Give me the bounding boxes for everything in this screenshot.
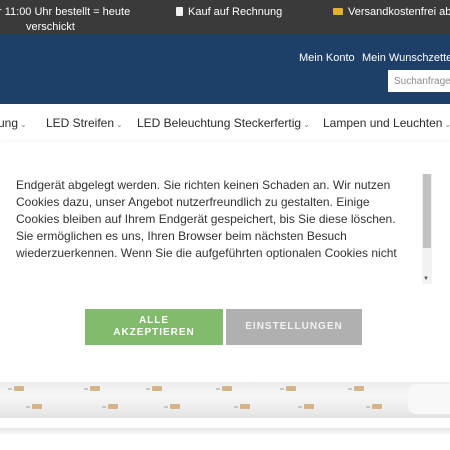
settings-button[interactable]: EINSTELLUNGEN — [226, 309, 362, 345]
chevron-down-icon: ⌄ — [20, 120, 27, 129]
led-chip — [90, 386, 100, 391]
strip-marking — [84, 388, 88, 390]
truck-icon — [333, 8, 343, 15]
strip-marking — [102, 406, 106, 408]
nav-item-led-streifen[interactable]: LED Streifen ⌄ — [46, 116, 123, 130]
led-chip — [286, 386, 296, 391]
cookie-consent-panel: handelt es sich um kleine Textdateien, d… — [0, 142, 450, 370]
cookie-text-scroll-area[interactable]: handelt es sich um kleine Textdateien, d… — [16, 174, 416, 284]
site-header: Mein Konto Mein Wunschzettel — [0, 34, 450, 104]
led-chip — [170, 404, 180, 409]
led-chip — [32, 404, 42, 409]
nav-item-label: LED Streifen — [46, 116, 115, 130]
strip-marking — [164, 406, 168, 408]
shipping-info-line1: r 11:00 Uhr bestellt = heute — [0, 6, 131, 18]
nav-item-label: LED Beleuchtung Steckerfertig — [137, 116, 302, 130]
wishlist-link[interactable]: Mein Wunschzettel — [362, 52, 450, 64]
strip-end-cap — [408, 384, 450, 414]
strip-marking — [298, 406, 302, 408]
nav-item-led-beleuchtung[interactable]: LED Beleuchtung Steckerfertig ⌄ — [137, 116, 310, 130]
nav-item-partial[interactable]: ung ⌄ — [0, 116, 27, 130]
led-chip — [152, 386, 162, 391]
scrollbar-thumb[interactable] — [423, 174, 431, 248]
accept-all-button[interactable]: ALLE AKZEPTIEREN — [85, 309, 223, 345]
strip-marking — [146, 388, 150, 390]
led-chip — [222, 386, 232, 391]
chevron-down-icon: ⌄ — [444, 120, 450, 129]
search-input[interactable] — [388, 70, 450, 92]
cookie-scrollbar[interactable]: ▼ — [422, 174, 432, 284]
my-account-link[interactable]: Mein Konto — [299, 52, 355, 64]
accept-all-label-line1: ALLE — [138, 315, 170, 326]
strip-marking — [26, 406, 30, 408]
led-strip-image — [0, 370, 450, 450]
led-strip-rail — [0, 382, 450, 418]
led-chip — [354, 386, 364, 391]
nav-item-lampen-leuchten[interactable]: Lampen und Leuchten ⌄ — [323, 116, 450, 130]
led-chip — [240, 404, 250, 409]
nav-item-label: Lampen und Leuchten — [323, 116, 443, 130]
document-icon — [176, 7, 183, 16]
strip-marking — [8, 388, 12, 390]
chevron-down-icon: ⌄ — [303, 120, 310, 129]
strip-marking — [216, 388, 220, 390]
led-chip — [108, 404, 118, 409]
top-info-bar: r 11:00 Uhr bestellt = heute verschickt … — [0, 0, 450, 34]
invoice-label: Kauf auf Rechnung — [188, 6, 283, 18]
led-chip — [304, 404, 314, 409]
chevron-down-icon: ⌄ — [116, 120, 123, 129]
scroll-down-arrow-icon[interactable]: ▼ — [423, 276, 429, 282]
cookie-text: handelt es sich um kleine Textdateien, d… — [16, 174, 409, 260]
strip-marking — [366, 406, 370, 408]
nav-item-label: ung — [0, 116, 19, 130]
free-shipping-label: Versandkostenfrei ab — [348, 6, 450, 18]
main-navigation: ung ⌄ LED Streifen ⌄ LED Beleuchtung Steck… — [0, 104, 450, 143]
invoice-info: Kauf auf Rechnung — [176, 6, 282, 18]
shipping-info: r 11:00 Uhr bestellt = heute verschickt — [0, 5, 138, 35]
led-chip — [372, 404, 382, 409]
strip-marking — [280, 388, 284, 390]
strip-marking — [348, 388, 352, 390]
accept-all-label-line2: AKZEPTIEREN — [113, 327, 195, 338]
shipping-info-line2: verschickt — [26, 21, 75, 33]
strip-marking — [234, 406, 238, 408]
strip-shadow — [0, 428, 450, 434]
led-chip — [14, 386, 24, 391]
free-shipping-info: Versandkostenfrei ab — [333, 6, 450, 18]
